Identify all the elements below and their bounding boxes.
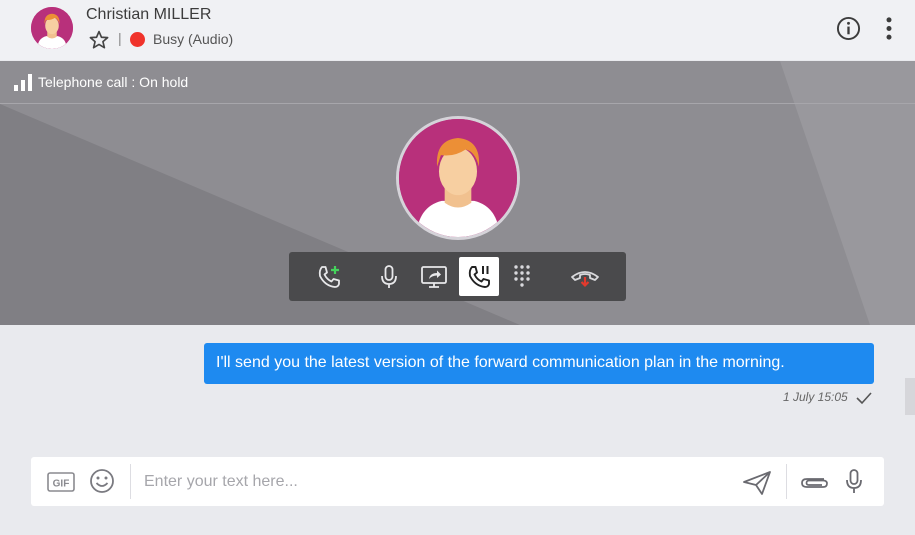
phone-pause-icon xyxy=(468,265,490,288)
scrollbar-thumb[interactable] xyxy=(905,378,915,415)
message-timestamp: 1 July 15:05 xyxy=(783,390,848,404)
gif-label: GIF xyxy=(53,479,70,490)
send-icon[interactable] xyxy=(742,470,772,496)
person-illustration-icon xyxy=(31,7,73,49)
dialpad-button[interactable] xyxy=(502,257,542,296)
screen-share-button[interactable] xyxy=(414,257,454,296)
message-bubble: I'll send you the latest version of the … xyxy=(204,343,874,384)
info-icon[interactable] xyxy=(836,16,861,41)
call-panel: Telephone call : On hold xyxy=(0,61,915,325)
contact-avatar-large xyxy=(396,116,520,240)
star-icon[interactable] xyxy=(88,29,110,51)
mute-button[interactable] xyxy=(369,257,409,296)
sent-check-icon xyxy=(856,392,872,405)
phone-hangup-icon xyxy=(571,270,599,287)
more-vertical-icon[interactable] xyxy=(882,16,896,41)
signal-strength-icon xyxy=(14,74,32,91)
person-illustration-icon xyxy=(399,119,517,237)
header-separator: | xyxy=(118,30,122,46)
conversation-header: Christian MILLER | Busy (Audio) xyxy=(0,0,915,60)
attachment-icon[interactable] xyxy=(798,471,830,493)
call-controls xyxy=(289,252,626,301)
presence-status: Busy (Audio) xyxy=(153,31,234,47)
contact-name: Christian MILLER xyxy=(86,6,212,23)
add-call-button[interactable] xyxy=(309,257,349,296)
gif-icon[interactable]: GIF xyxy=(47,472,75,492)
microphone-icon[interactable] xyxy=(844,468,864,495)
message-input[interactable] xyxy=(144,467,734,497)
dialpad-icon xyxy=(514,264,530,287)
screen-share-icon xyxy=(421,265,447,288)
phone-plus-icon xyxy=(318,265,340,288)
hang-up-button[interactable] xyxy=(565,257,605,296)
composer-divider xyxy=(130,464,131,499)
busy-status-indicator xyxy=(130,32,145,47)
call-status-text: Telephone call : On hold xyxy=(38,74,189,90)
contact-avatar[interactable] xyxy=(31,7,73,49)
call-status-bar: Telephone call : On hold xyxy=(0,61,915,104)
message-composer: GIF xyxy=(31,457,884,506)
hold-button[interactable] xyxy=(459,257,499,296)
microphone-icon xyxy=(381,264,397,288)
emoji-icon[interactable] xyxy=(89,468,115,494)
composer-divider xyxy=(786,464,787,499)
